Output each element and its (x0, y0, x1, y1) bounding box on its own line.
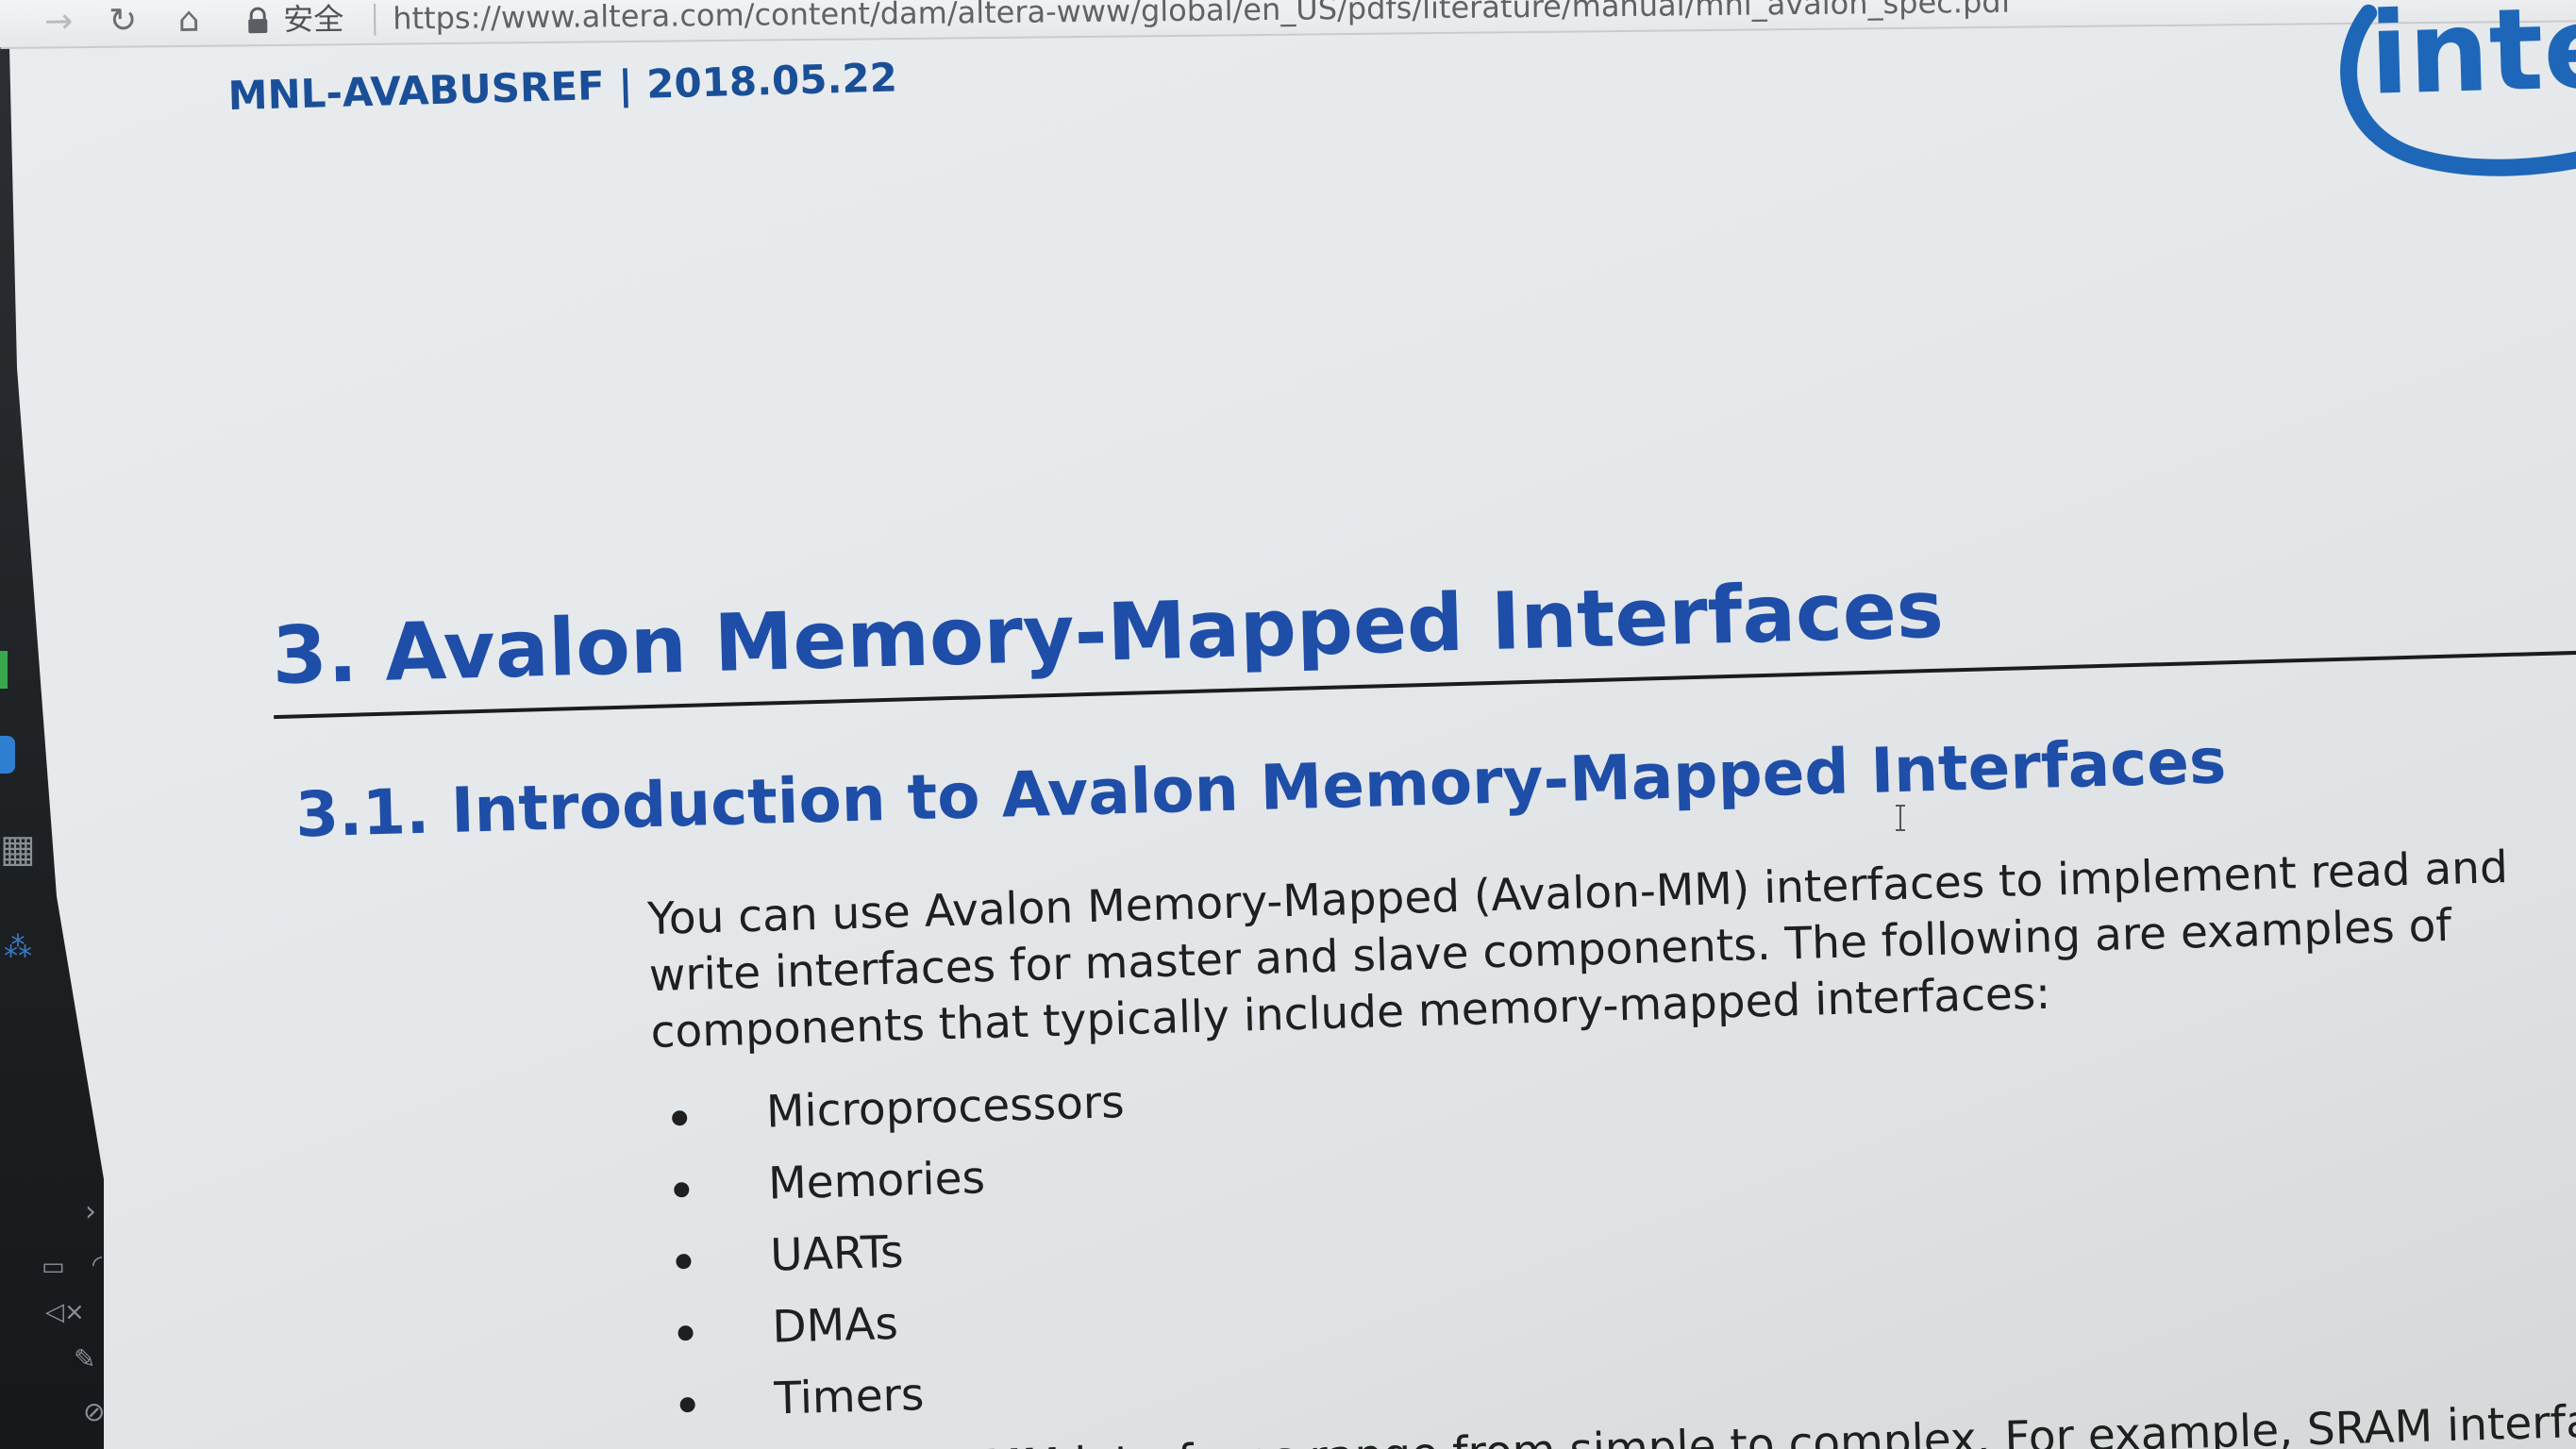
dock-blue-app-icon[interactable] (0, 736, 15, 774)
bullet-icon (679, 1396, 695, 1412)
partial-paragraph-line: MM interfaces range from simple to compl… (982, 1393, 2576, 1449)
list-item: Memories (673, 1139, 1128, 1223)
examples-list: Microprocessors Memories UARTs DMAs Time… (671, 1067, 1133, 1438)
battery-icon[interactable]: ▭ (42, 1253, 65, 1281)
intel-logo: inte (2340, 0, 2576, 176)
bullet-icon (674, 1181, 690, 1197)
dock-green-indicator-icon[interactable] (0, 651, 8, 689)
list-item: UARTs (675, 1210, 1129, 1294)
pdf-page: MNL-AVABUSREF | 2018.05.22 inte 3. Avalo… (132, 0, 2576, 1449)
list-item: DMAs (677, 1282, 1131, 1366)
bullet-icon (676, 1253, 692, 1269)
reload-icon[interactable]: ↻ (102, 0, 143, 42)
forward-arrow-icon[interactable]: → (38, 1, 79, 42)
list-item-label: Memories (767, 1152, 986, 1210)
taskbar-left-dock: ▦ ⁂ › ▭ ◜ ◁× ✎ ⊘ (0, 47, 105, 1449)
volume-muted-icon[interactable]: ◁× (45, 1298, 85, 1326)
pen-icon[interactable]: ✎ (74, 1345, 95, 1374)
ibeam-cursor-icon (1896, 805, 1905, 831)
list-item: Timers (679, 1354, 1134, 1438)
intro-paragraph: You can use Avalon Memory-Mapped (Avalon… (646, 839, 2556, 1061)
list-item: Microprocessors (671, 1067, 1126, 1151)
list-item-label: DMAs (771, 1297, 899, 1354)
document-header: MNL-AVABUSREF | 2018.05.22 (227, 54, 898, 120)
list-item-label: Timers (773, 1369, 926, 1425)
list-item-label: UARTs (769, 1225, 905, 1282)
bullet-icon (677, 1324, 694, 1341)
subsection-heading: 3.1. Introduction to Avalon Memory-Mappe… (293, 724, 2228, 852)
section-heading: 3. Avalon Memory-Mapped Interfaces (270, 562, 1945, 703)
lock-icon (248, 7, 268, 34)
calculator-icon[interactable]: ▦ (0, 830, 36, 868)
settings-icon[interactable]: ⊘ (83, 1398, 105, 1426)
bullet-icon (671, 1109, 688, 1125)
wifi-icon[interactable]: ◜ (92, 1251, 102, 1279)
list-item-label: Microprocessors (765, 1076, 1126, 1139)
network-app-icon[interactable]: ⁂ (4, 934, 32, 962)
intel-logo-text: inte (2367, 0, 2576, 121)
screen: ▦ ⁂ › ▭ ◜ ◁× ✎ ⊘ → ↻ ⌂ 安全 https://www.al… (0, 0, 2576, 1449)
expand-chevron-icon[interactable]: › (85, 1198, 96, 1226)
